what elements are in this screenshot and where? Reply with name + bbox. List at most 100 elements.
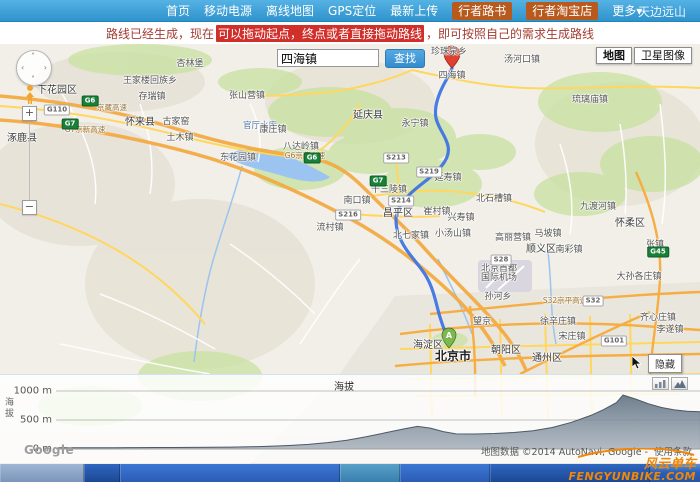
taskbar-button[interactable] bbox=[84, 464, 120, 482]
map-label: 顺义区 bbox=[526, 245, 556, 255]
road-shield: G7 bbox=[370, 176, 387, 187]
map-label: 延庆县 bbox=[353, 111, 383, 121]
hide-tooltip: 隐藏 bbox=[648, 354, 682, 373]
mountain-view-button[interactable] bbox=[671, 377, 688, 390]
map-label: 昌平区 bbox=[383, 209, 413, 219]
nav-item-0[interactable]: 首页 bbox=[166, 3, 190, 19]
map-label: 京藏高速 bbox=[97, 103, 127, 113]
logo-en: FENGYUNBIKE.COM bbox=[569, 471, 697, 482]
username[interactable]: 天边远山 bbox=[638, 3, 686, 20]
pegman-icon[interactable] bbox=[21, 84, 39, 108]
google-watermark: Google bbox=[24, 443, 74, 457]
site-logo: 风云单车 FENGYUNBIKE.COM bbox=[569, 448, 697, 482]
mountain-icon bbox=[674, 380, 686, 388]
map-label: 朝阳区 bbox=[491, 346, 521, 356]
nav-items: 首页移动电源离线地图GPS定位最新上传行者路书行者淘宝店更多▾ bbox=[166, 2, 642, 20]
pan-up-icon[interactable]: ˄ bbox=[31, 52, 35, 61]
nav-item-1[interactable]: 移动电源 bbox=[204, 3, 252, 19]
zoom-in-button[interactable]: + bbox=[22, 106, 37, 121]
map-label: 四海镇 bbox=[438, 71, 465, 81]
pan-down-icon[interactable]: ˅ bbox=[31, 75, 35, 84]
map-label: 北七家镇 bbox=[393, 231, 429, 241]
notice-highlight: 可以拖动起点，终点或者直接拖动路线 bbox=[216, 25, 424, 42]
page: 首页移动电源离线地图GPS定位最新上传行者路书行者淘宝店更多▾ 天边远山 路线已… bbox=[0, 0, 700, 482]
map-label: S32京平高速 bbox=[543, 296, 587, 306]
map-label: 古家窑 bbox=[162, 117, 189, 127]
map-label: 永宁镇 bbox=[401, 119, 428, 129]
map-area[interactable]: A 珍珠泉乡汤河口镇四海镇琉璃庙镇杏林堡王家楼回族乡下花园区存瑞镇张山营镇延庆县… bbox=[0, 44, 700, 464]
notice-suffix: ，即可按照自己的需求生成路线 bbox=[426, 25, 594, 42]
road-shield: G45 bbox=[647, 247, 669, 258]
zoom-out-button[interactable]: − bbox=[22, 200, 37, 215]
map-label: 十三陵镇 bbox=[371, 185, 407, 195]
nav-item-5[interactable]: 行者路书 bbox=[452, 2, 512, 20]
bars-icon bbox=[655, 380, 666, 388]
map-label: 国际机场 bbox=[481, 273, 517, 283]
map-label: 崔村镇 bbox=[423, 207, 450, 217]
nav-item-6[interactable]: 行者淘宝店 bbox=[526, 2, 598, 20]
map-label: 北石槽镇 bbox=[476, 194, 512, 204]
elevation-toggle-buttons bbox=[652, 377, 688, 390]
map-label: 琉璃庙镇 bbox=[572, 95, 608, 105]
maptype-control: 地图 卫星图像 bbox=[596, 47, 692, 64]
map-label: 李遂镇 bbox=[656, 325, 683, 335]
map-label: 兴寿镇 bbox=[447, 213, 474, 223]
route-notice: 路线已经生成，现在可以拖动起点，终点或者直接拖动路线，即可按照自己的需求生成路线 bbox=[0, 22, 700, 44]
mouse-cursor-icon bbox=[632, 356, 642, 370]
road-shield: G110 bbox=[44, 105, 70, 116]
map-label: 怀柔区 bbox=[615, 219, 645, 229]
search-button[interactable]: 查找 bbox=[385, 49, 425, 68]
map-label: 南彩镇 bbox=[555, 245, 582, 255]
searchbox: 查找 bbox=[277, 49, 425, 68]
maptype-satellite-button[interactable]: 卫星图像 bbox=[634, 47, 692, 64]
map-label: 北京市 bbox=[435, 351, 471, 361]
pan-left-icon[interactable]: ‹ bbox=[21, 63, 24, 72]
map-label: 马坡镇 bbox=[534, 229, 561, 239]
taskbar-button[interactable] bbox=[400, 464, 490, 482]
map-label: 存瑞镇 bbox=[138, 92, 165, 102]
road-shield: S28 bbox=[491, 255, 512, 266]
map-label: 下花园区 bbox=[37, 86, 77, 96]
nav-item-3[interactable]: GPS定位 bbox=[328, 3, 376, 19]
road-shield: S216 bbox=[335, 210, 361, 221]
nav-item-4[interactable]: 最新上传 bbox=[390, 3, 438, 19]
map-label: 王家楼回族乡 bbox=[123, 76, 177, 86]
map-label: 张山营镇 bbox=[229, 91, 265, 101]
map-label: 怀来县 bbox=[125, 118, 155, 128]
top-navbar: 首页移动电源离线地图GPS定位最新上传行者路书行者淘宝店更多▾ 天边远山 bbox=[0, 0, 700, 22]
road-shield: G6 bbox=[82, 96, 99, 107]
chart-view-button[interactable] bbox=[652, 377, 669, 390]
map-label: 土木镇 bbox=[166, 133, 193, 143]
search-input[interactable] bbox=[277, 49, 379, 67]
zoom-slider-track[interactable] bbox=[29, 122, 30, 200]
maptype-map-button[interactable]: 地图 bbox=[596, 47, 632, 64]
taskbar-button[interactable] bbox=[120, 464, 340, 482]
pan-right-icon[interactable]: › bbox=[44, 63, 47, 72]
map-label: 小汤山镇 bbox=[435, 229, 471, 239]
nav-item-2[interactable]: 离线地图 bbox=[266, 3, 314, 19]
notice-prefix: 路线已经生成，现在 bbox=[106, 25, 214, 42]
map-label: 通州区 bbox=[532, 354, 562, 364]
taskbar-start[interactable] bbox=[0, 464, 84, 482]
map-label: 康庄镇 bbox=[259, 125, 286, 135]
road-shield: S213 bbox=[383, 153, 409, 164]
map-label: 望京 bbox=[473, 317, 491, 327]
map-label: 流村镇 bbox=[316, 223, 343, 233]
svg-text:A: A bbox=[446, 331, 453, 340]
map-label: 九渡河镇 bbox=[580, 202, 616, 212]
road-shield: S219 bbox=[416, 167, 442, 178]
map-label: 徐辛庄镇 bbox=[540, 317, 576, 327]
road-shield: S214 bbox=[388, 196, 414, 207]
map-label: 南口镇 bbox=[343, 196, 370, 206]
pan-control[interactable]: ˄ ˅ ‹ › bbox=[16, 50, 52, 86]
map-label: 汤河口镇 bbox=[504, 55, 540, 65]
taskbar-button[interactable] bbox=[340, 464, 400, 482]
road-shield: S32 bbox=[583, 296, 604, 307]
map-label: 高丽营镇 bbox=[495, 233, 531, 243]
road-shield: G6 bbox=[304, 153, 321, 164]
map-label: 宋庄镇 bbox=[558, 332, 585, 342]
map-label: 杏林堡 bbox=[176, 59, 203, 69]
map-label: 涿鹿县 bbox=[7, 134, 37, 144]
map-label: 齐心庄镇 bbox=[640, 313, 676, 323]
map-label: 东花园镇 bbox=[220, 153, 256, 163]
